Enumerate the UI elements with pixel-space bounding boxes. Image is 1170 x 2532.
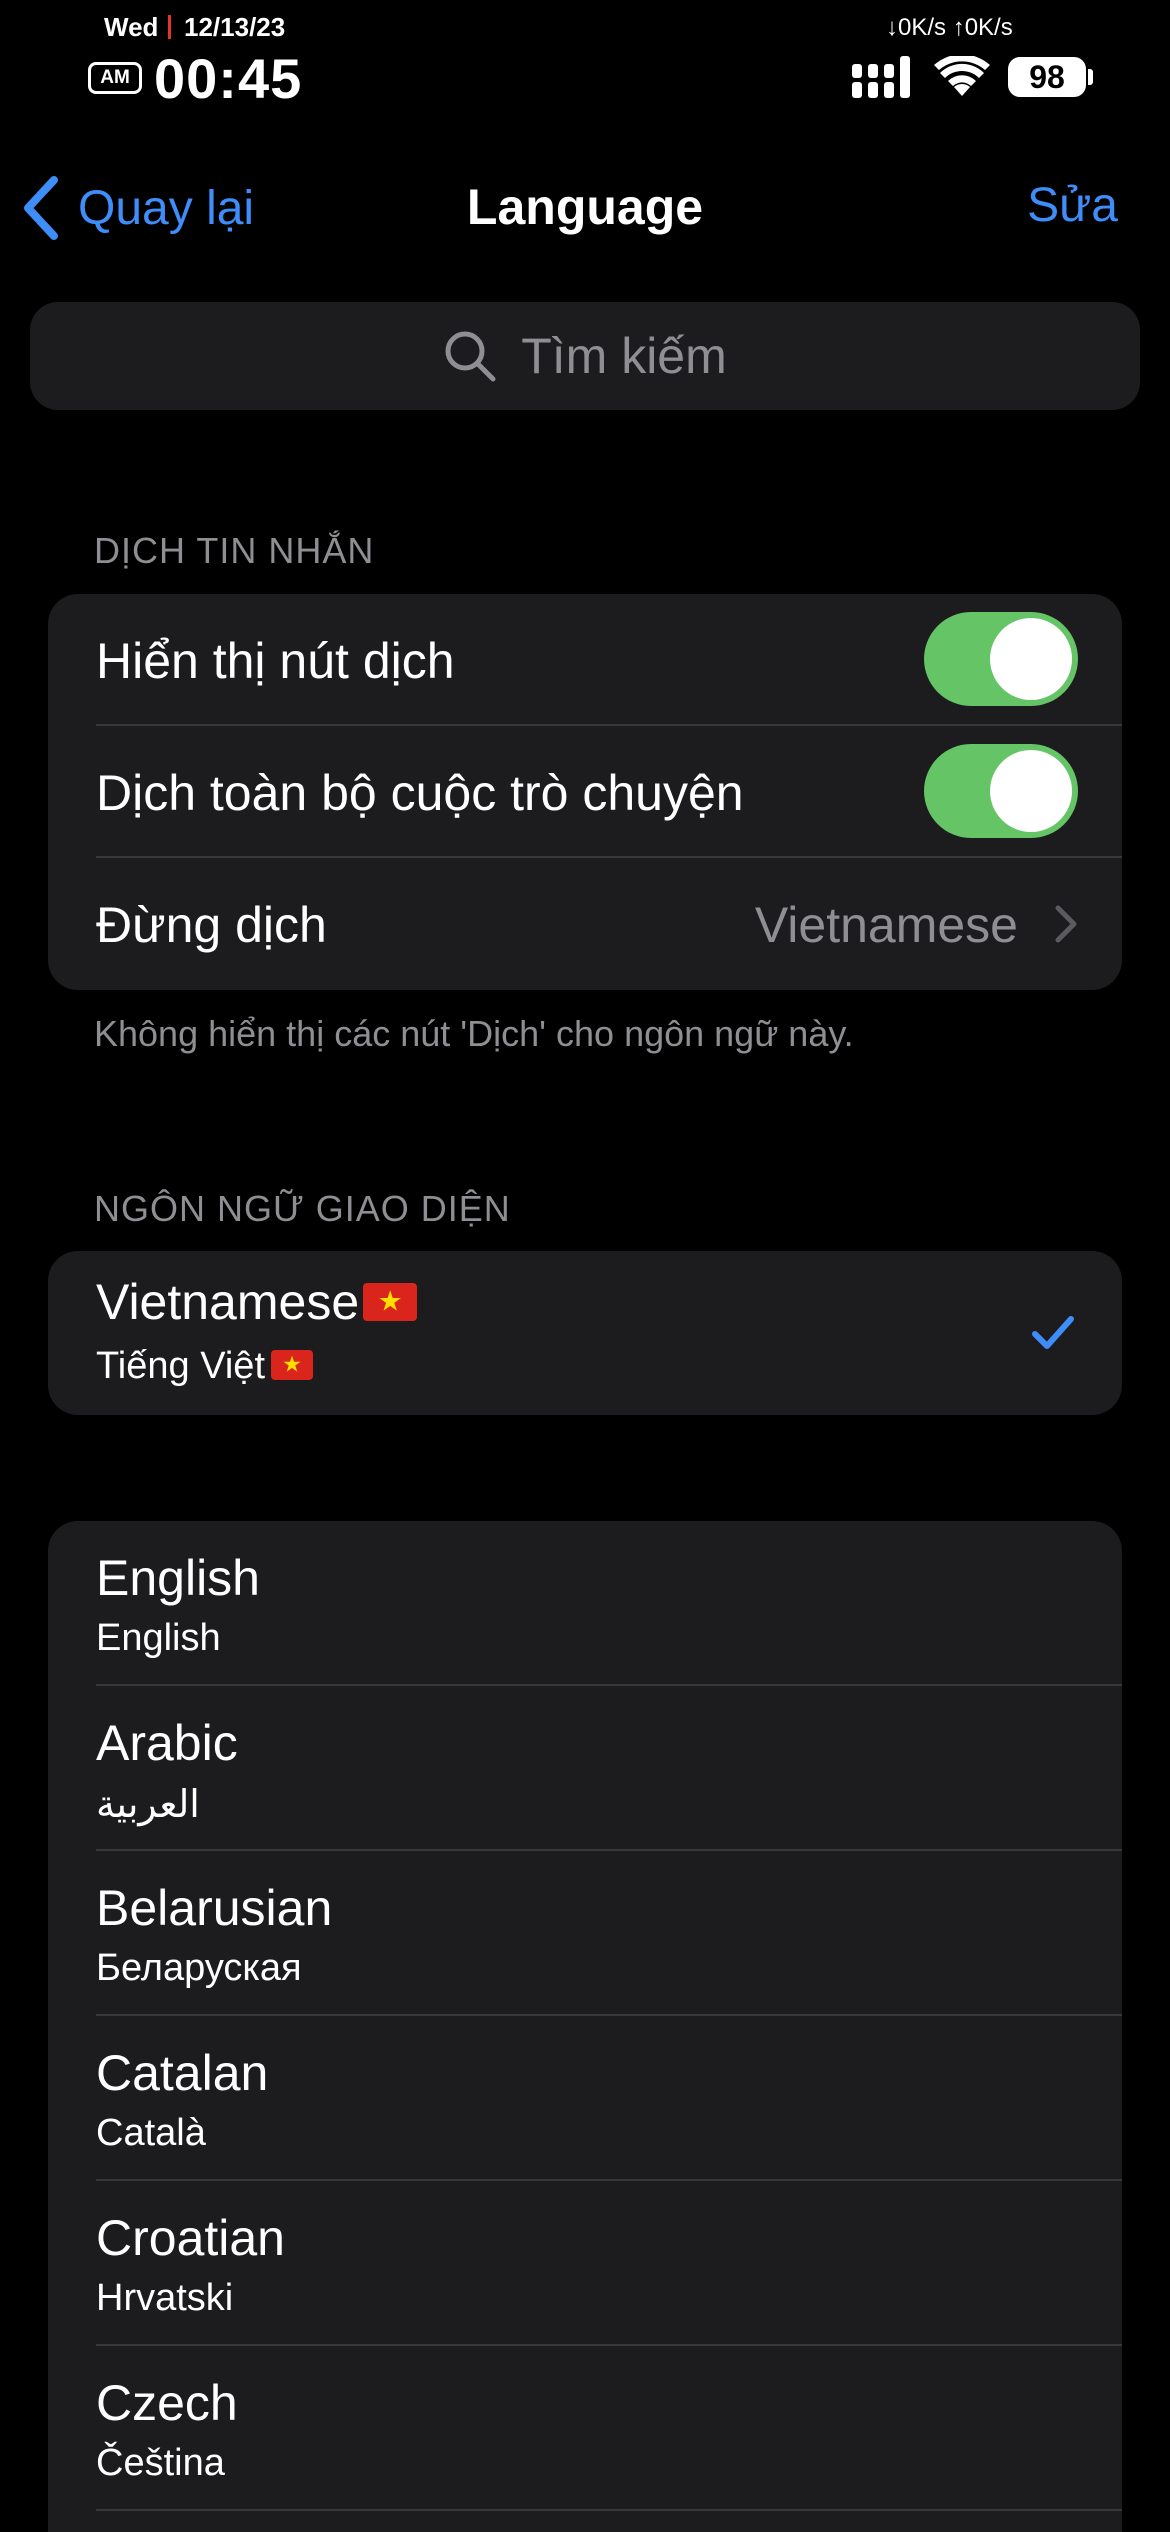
language-list: English English Arabic العربية Belarusia… bbox=[48, 1521, 1122, 2532]
battery-nub bbox=[1088, 69, 1093, 85]
translate-chats-label: Dịch toàn bộ cuộc trò chuyện bbox=[96, 765, 744, 821]
language-name: Czech bbox=[96, 2375, 238, 2431]
language-name: Belarusian bbox=[96, 1880, 333, 1936]
language-native-name: Català bbox=[96, 2112, 206, 2154]
selected-language-subtitle: Tiếng Việt ★ bbox=[96, 1345, 313, 1388]
language-native-name: Hrvatski bbox=[96, 2277, 234, 2319]
translate-chats-row: Dịch toàn bộ cuộc trò chuyện bbox=[48, 726, 1122, 858]
language-settings-screen: Wed 12/13/23 AM 00:45 ↓0K/s ↑0K/s 98 Qua… bbox=[0, 0, 1170, 2532]
selected-language-row[interactable]: Vietnamese ★ Tiếng Việt ★ bbox=[48, 1251, 1122, 1415]
search-placeholder: Tìm kiếm bbox=[521, 328, 727, 384]
checkmark-icon bbox=[1032, 1316, 1074, 1349]
language-row-catalan[interactable]: Catalan Català bbox=[48, 2016, 1122, 2181]
toggle-knob bbox=[990, 750, 1072, 832]
search-icon bbox=[445, 331, 496, 382]
chevron-right-icon bbox=[1055, 905, 1077, 943]
battery-icon: 98 bbox=[1008, 57, 1086, 97]
divider bbox=[96, 2509, 1122, 2511]
edit-button[interactable]: Sửa bbox=[1027, 178, 1118, 233]
status-time: 00:45 bbox=[154, 47, 303, 110]
signal-icon bbox=[852, 56, 910, 98]
interface-section-header: NGÔN NGỮ GIAO DIỆN bbox=[94, 1188, 511, 1229]
ampm-badge: AM bbox=[88, 62, 142, 94]
page-title: Language bbox=[466, 179, 704, 235]
language-native-name: Беларуская bbox=[96, 1947, 302, 1989]
interface-language-group: Vietnamese ★ Tiếng Việt ★ bbox=[48, 1251, 1122, 1415]
do-not-translate-label: Đừng dịch bbox=[96, 897, 327, 953]
language-native-name: العربية bbox=[96, 1784, 200, 1826]
status-separator bbox=[168, 15, 171, 39]
language-row-belarusian[interactable]: Belarusian Беларуская bbox=[48, 1851, 1122, 2016]
do-not-translate-value: Vietnamese bbox=[754, 897, 1018, 953]
network-speed: ↓0K/s ↑0K/s bbox=[886, 14, 1013, 41]
language-name: Croatian bbox=[96, 2210, 285, 2266]
status-day: Wed bbox=[104, 12, 159, 42]
translate-settings-group: Hiển thị nút dịch Dịch toàn bộ cuộc trò … bbox=[48, 594, 1122, 990]
language-native-name: English bbox=[96, 1617, 221, 1659]
status-date: 12/13/23 bbox=[184, 12, 286, 42]
language-row-english[interactable]: English English bbox=[48, 1521, 1122, 1686]
translate-section-header: DỊCH TIN NHẮN bbox=[94, 530, 375, 571]
vietnam-flag-icon: ★ bbox=[363, 1282, 418, 1321]
show-translate-button-toggle[interactable] bbox=[924, 612, 1078, 706]
language-row-arabic[interactable]: Arabic العربية bbox=[48, 1686, 1122, 1851]
language-row-czech[interactable]: Czech Čeština bbox=[48, 2346, 1122, 2511]
language-name: Arabic bbox=[96, 1715, 238, 1771]
language-name: English bbox=[96, 1550, 260, 1606]
show-translate-button-row: Hiển thị nút dịch bbox=[48, 594, 1122, 726]
search-field[interactable]: Tìm kiếm bbox=[30, 302, 1140, 410]
translate-chats-toggle[interactable] bbox=[924, 744, 1078, 838]
selected-language-native: Tiếng Việt bbox=[96, 1345, 265, 1387]
language-row-croatian[interactable]: Croatian Hrvatski bbox=[48, 2181, 1122, 2346]
selected-language-title: Vietnamese ★ bbox=[96, 1273, 418, 1331]
do-not-translate-footnote: Không hiển thị các nút 'Dịch' cho ngôn n… bbox=[94, 1013, 854, 1054]
do-not-translate-row[interactable]: Đừng dịch Vietnamese bbox=[48, 858, 1122, 990]
wifi-icon bbox=[934, 56, 990, 96]
selected-language-name: Vietnamese bbox=[96, 1274, 360, 1330]
language-name: Catalan bbox=[96, 2045, 269, 2101]
toggle-knob bbox=[990, 618, 1072, 700]
show-translate-button-label: Hiển thị nút dịch bbox=[96, 633, 455, 689]
language-native-name: Čeština bbox=[96, 2442, 225, 2484]
vietnam-flag-icon: ★ bbox=[271, 1349, 313, 1380]
